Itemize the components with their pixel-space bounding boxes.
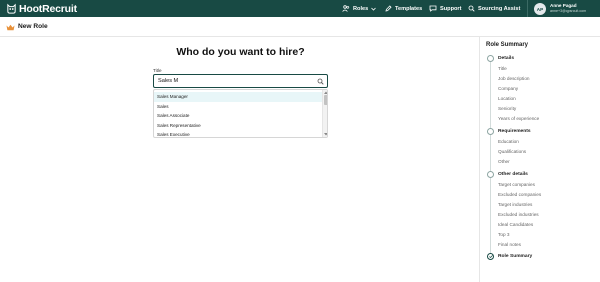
nav-templates-label: Templates — [395, 5, 423, 12]
top-nav-bar: HootRecruit Roles Templates Support Sour… — [0, 0, 600, 17]
pencil-icon — [385, 5, 392, 12]
summary-item[interactable]: Seniority — [498, 106, 516, 111]
check-icon — [488, 255, 493, 258]
summary-item[interactable]: Other — [498, 159, 510, 164]
nav-support[interactable]: Support — [429, 0, 461, 17]
nav-templates[interactable]: Templates — [385, 0, 422, 17]
timeline-step-marker — [487, 55, 494, 62]
scrollbar-thumb[interactable] — [324, 95, 327, 105]
summary-item[interactable]: Years of experience — [498, 116, 539, 121]
avatar[interactable]: AP — [534, 3, 546, 15]
user-name[interactable]: Anne Pagad — [550, 3, 577, 8]
nav-roles-label: Roles — [353, 5, 369, 12]
chat-icon — [429, 5, 437, 12]
timeline-step-marker — [487, 128, 494, 135]
timeline-step-marker — [487, 253, 494, 260]
summary-item[interactable]: Final notes — [498, 242, 521, 247]
user-email: anne+3@qpsrcuit.com — [550, 9, 587, 13]
section-details[interactable]: Details — [498, 56, 514, 61]
summary-item[interactable]: Top 3 — [498, 232, 509, 237]
timeline-step-marker — [487, 171, 494, 178]
page-header: New Role — [0, 17, 600, 37]
brand-logo[interactable]: HootRecruit — [6, 2, 77, 15]
title-input[interactable] — [153, 74, 328, 88]
crown-icon — [6, 24, 15, 31]
suggestion-item[interactable]: Sales Manager — [154, 92, 322, 102]
summary-item[interactable]: Education — [498, 139, 519, 144]
summary-item[interactable]: Target industries — [498, 202, 532, 207]
summary-item[interactable]: Company — [498, 86, 518, 91]
section-other-details[interactable]: Other details — [498, 172, 528, 177]
suggestion-item[interactable]: Sales Executive — [154, 130, 322, 137]
summary-item[interactable]: Qualifications — [498, 149, 526, 154]
nav-sourcing-assist[interactable]: Sourcing Assist — [468, 0, 520, 17]
dropdown-scrollbar[interactable] — [322, 90, 328, 137]
section-requirements[interactable]: Requirements — [498, 129, 531, 134]
brand-name: HootRecruit — [19, 2, 77, 15]
nav-divider — [527, 0, 528, 17]
timeline-connector — [490, 62, 491, 128]
section-role-summary[interactable]: Role Summary — [498, 254, 532, 259]
summary-item[interactable]: Excluded industries — [498, 212, 539, 217]
role-summary-title: Role Summary — [486, 42, 529, 48]
page-title: New Role — [18, 23, 48, 30]
nav-roles[interactable]: Roles — [342, 0, 377, 17]
scroll-down-arrow-icon[interactable] — [324, 133, 328, 136]
nav-sourcing-assist-label: Sourcing Assist — [478, 5, 521, 12]
suggestion-item[interactable]: Sales Associate — [154, 111, 322, 121]
hire-question-heading: Who do you want to hire? — [176, 46, 305, 58]
scroll-up-arrow-icon[interactable] — [324, 91, 328, 94]
timeline-connector — [490, 135, 491, 171]
summary-item[interactable]: Excluded companies — [498, 192, 541, 197]
summary-item[interactable]: Location — [498, 96, 516, 101]
summary-item[interactable]: Title — [498, 66, 507, 71]
search-icon — [468, 5, 475, 12]
summary-item[interactable]: Target companies — [498, 182, 535, 187]
search-icon[interactable] — [317, 78, 324, 85]
nav-support-label: Support — [440, 5, 462, 12]
title-field-label: Title — [153, 68, 162, 73]
timeline-connector — [490, 178, 491, 253]
title-suggestions-dropdown: Sales Manager Sales Sales Associate Sale… — [153, 89, 328, 138]
chevron-down-icon — [371, 7, 377, 11]
owl-logo-icon — [7, 3, 16, 14]
summary-item[interactable]: Job description — [498, 76, 530, 81]
people-icon — [342, 5, 350, 12]
summary-item[interactable]: Ideal Candidates — [498, 222, 533, 227]
